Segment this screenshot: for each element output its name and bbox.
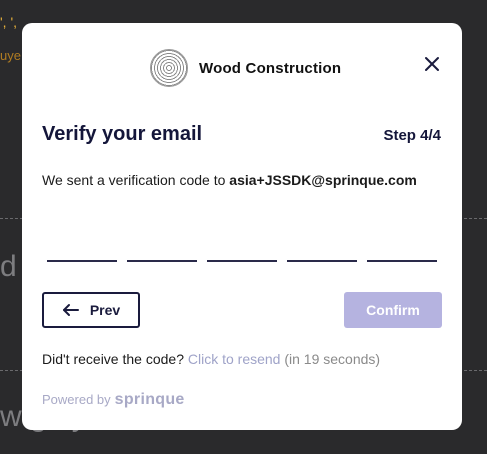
resend-row: Did't receive the code? Click to resend … (42, 351, 380, 367)
powered-by-footer: Powered by sprinque (42, 391, 185, 409)
wood-logo-icon (150, 49, 188, 87)
code-input-group (47, 223, 437, 263)
background-text: ', ', (0, 14, 18, 30)
step-indicator: Step 4/4 (383, 127, 441, 144)
resend-link[interactable]: Click to resend (188, 351, 281, 367)
verification-message: We sent a verification code to asia+JSSD… (42, 172, 417, 188)
background-text: uye (0, 48, 21, 63)
close-button[interactable] (422, 54, 442, 74)
confirm-button[interactable]: Confirm (344, 292, 442, 328)
resend-timer: (in 19 seconds) (284, 351, 381, 367)
email-address: asia+JSSDK@sprinque.com (229, 172, 417, 188)
code-digit-5[interactable] (367, 223, 437, 262)
modal-title: Verify your email (42, 123, 203, 145)
code-digit-1[interactable] (47, 223, 117, 262)
close-icon (425, 57, 439, 71)
resend-prompt: Did't receive the code? (42, 351, 184, 367)
verify-email-modal: Wood Construction Verify your email Step… (22, 23, 462, 430)
code-digit-3[interactable] (207, 223, 277, 262)
prev-button-label: Prev (89, 302, 121, 318)
brand-name: Wood Construction (199, 59, 342, 77)
code-digit-4[interactable] (287, 223, 357, 262)
sprinque-logo: sprinque (114, 391, 185, 408)
message-prefix: We sent a verification code to (42, 172, 226, 188)
code-digit-2[interactable] (127, 223, 197, 262)
arrow-left-icon (62, 304, 79, 316)
powered-by-label: Powered by (42, 392, 111, 407)
brand-header: Wood Construction (150, 49, 341, 87)
background-heading: d (0, 250, 17, 283)
prev-button[interactable]: Prev (42, 292, 140, 328)
